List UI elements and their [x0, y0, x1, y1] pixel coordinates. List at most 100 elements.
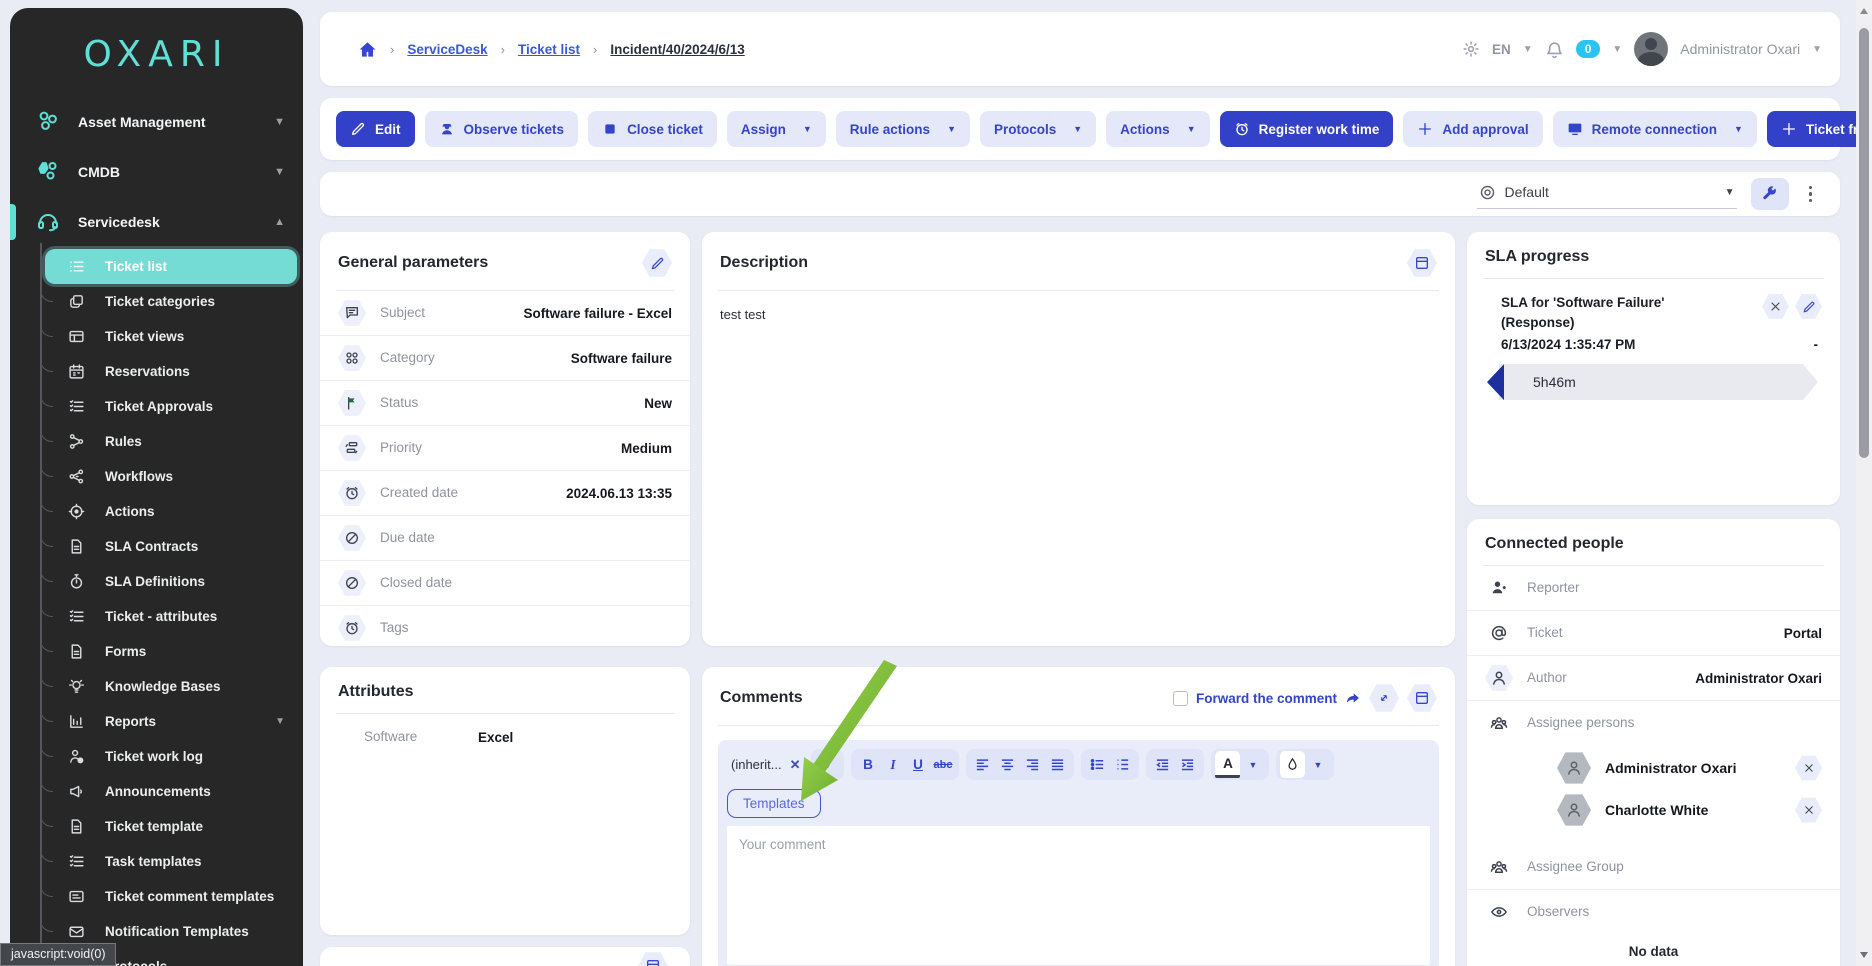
- sidebar-item-ticket-views[interactable]: Ticket views: [10, 319, 303, 354]
- templates-button[interactable]: Templates: [727, 789, 821, 818]
- page-scrollbar[interactable]: [1856, 0, 1872, 966]
- chevron-down-icon[interactable]: ▼: [1812, 44, 1822, 55]
- sidebar-item-workflows[interactable]: Workflows: [10, 459, 303, 494]
- home-icon[interactable]: [358, 40, 377, 59]
- sidebar-item-reports[interactable]: Reports▼: [10, 704, 303, 739]
- sidebar-item-knowledge-bases[interactable]: Knowledge Bases: [10, 669, 303, 704]
- parameter-row-status: Status New: [320, 381, 690, 426]
- oxari-logo: OXARI: [10, 34, 303, 75]
- sidebar-section-cmdb[interactable]: CMDB ▼: [10, 147, 303, 197]
- italic-button[interactable]: I: [880, 751, 905, 778]
- text-color-caret-icon[interactable]: ▼: [1240, 751, 1265, 778]
- bullet-list-button[interactable]: [1085, 751, 1110, 778]
- protocols-button[interactable]: Protocols▼: [980, 111, 1096, 147]
- customize-wrench-button[interactable]: [1751, 178, 1789, 210]
- sidebar-item-sla-definitions[interactable]: SLA Definitions: [10, 564, 303, 599]
- align-center-button[interactable]: [995, 751, 1020, 778]
- sidebar-item-ticket-approvals[interactable]: Ticket Approvals: [10, 389, 303, 424]
- bell-icon[interactable]: [1545, 40, 1564, 59]
- button-label: Observe tickets: [464, 122, 565, 137]
- edit-button[interactable]: Edit: [336, 111, 415, 147]
- edit-pencil-icon[interactable]: [642, 248, 672, 278]
- text-color-button[interactable]: A: [1215, 751, 1240, 778]
- outdent-button[interactable]: [1150, 751, 1175, 778]
- general-parameters-rows: Subject Software failure - Excel Categor…: [320, 291, 690, 650]
- sidebar-item-ticket-list[interactable]: Ticket list: [45, 249, 297, 284]
- kebab-menu-icon[interactable]: [1803, 182, 1819, 207]
- sidebar: OXARI Asset Management ▼ CMDB ▼ Serviced…: [10, 8, 303, 966]
- close-ticket-button[interactable]: Close ticket: [588, 111, 717, 147]
- sidebar-item-task-templates[interactable]: Task templates: [10, 844, 303, 879]
- expand-icon[interactable]: [1369, 683, 1399, 713]
- people-row-assignee-persons: Assignee persons: [1467, 701, 1840, 745]
- description-panel: Description test test: [702, 232, 1455, 646]
- user-avatar[interactable]: [1634, 32, 1668, 66]
- remove-sla-icon[interactable]: [1762, 293, 1789, 320]
- underline-button[interactable]: U: [905, 751, 930, 778]
- flag-icon: [338, 389, 366, 417]
- parameter-row-tags: Tags: [320, 606, 690, 650]
- notification-count-badge[interactable]: 0: [1576, 40, 1601, 58]
- forward-comment-checkbox[interactable]: [1173, 691, 1188, 706]
- avatar: [1557, 751, 1591, 785]
- sidebar-item-ticket-work-log[interactable]: Ticket work log: [10, 739, 303, 774]
- align-left-button[interactable]: [970, 751, 995, 778]
- highlight-color-button[interactable]: [1280, 751, 1305, 778]
- remote-connection-button[interactable]: Remote connection▼: [1553, 111, 1757, 147]
- sidebar-item-forms[interactable]: Forms: [10, 634, 303, 669]
- language-selector[interactable]: EN: [1492, 42, 1511, 57]
- highlight-caret-icon[interactable]: ▼: [1305, 751, 1330, 778]
- observe-tickets-button[interactable]: Observe tickets: [425, 111, 579, 147]
- rule-actions-button[interactable]: Rule actions▼: [836, 111, 970, 147]
- comment-editor: (inherit... ✕ ▼ B I U abc: [718, 740, 1439, 966]
- sla-remaining-time: 5h46m: [1533, 374, 1576, 390]
- chevron-down-icon[interactable]: ▼: [1612, 44, 1622, 55]
- sidebar-section-servicedesk[interactable]: Servicedesk ▲: [10, 197, 303, 247]
- view-select[interactable]: Default ▼: [1477, 180, 1737, 209]
- scroll-up-arrow[interactable]: [1860, 8, 1868, 14]
- edit-sla-pencil-icon[interactable]: [1795, 293, 1822, 320]
- forward-comment-label[interactable]: Forward the comment: [1196, 691, 1337, 706]
- breadcrumb-ticket-list[interactable]: Ticket list: [518, 42, 580, 57]
- sidebar-item-sla-contracts[interactable]: SLA Contracts: [10, 529, 303, 564]
- user-name[interactable]: Administrator Oxari: [1680, 41, 1800, 57]
- remove-assignee-icon[interactable]: [1795, 797, 1822, 824]
- parameter-label: Closed date: [380, 574, 472, 592]
- scrollbar-thumb[interactable]: [1859, 28, 1869, 458]
- sidebar-item-ticket-comment-templates[interactable]: Ticket comment templates: [10, 879, 303, 914]
- remove-assignee-icon[interactable]: [1795, 755, 1822, 782]
- strikethrough-button[interactable]: abc: [930, 751, 955, 778]
- gear-icon[interactable]: [1462, 40, 1480, 58]
- sidebar-section-label: CMDB: [78, 164, 120, 180]
- register-work-time-button[interactable]: Register work time: [1220, 111, 1394, 147]
- sidebar-item-ticket-attributes[interactable]: Ticket - attributes: [10, 599, 303, 634]
- align-right-button[interactable]: [1020, 751, 1045, 778]
- tree-connector: [40, 423, 53, 442]
- sidebar-item-reservations[interactable]: Reservations: [10, 354, 303, 389]
- numbered-list-button[interactable]: [1110, 751, 1135, 778]
- window-icon[interactable]: [1407, 683, 1437, 713]
- plus-icon: [1417, 121, 1433, 137]
- font-caret-icon[interactable]: ▼: [815, 751, 840, 778]
- breadcrumb-servicedesk[interactable]: ServiceDesk: [407, 42, 487, 57]
- sidebar-item-rules[interactable]: Rules: [10, 424, 303, 459]
- indent-button[interactable]: [1175, 751, 1200, 778]
- sidebar-section-asset-management[interactable]: Asset Management ▼: [10, 97, 303, 147]
- bold-button[interactable]: B: [855, 751, 880, 778]
- scroll-down-arrow[interactable]: [1860, 952, 1868, 958]
- sidebar-item-ticket-categories[interactable]: Ticket categories: [10, 284, 303, 319]
- chevron-down-icon: ▼: [274, 116, 285, 128]
- actions-button[interactable]: Actions▼: [1106, 111, 1209, 147]
- align-justify-button[interactable]: [1045, 751, 1070, 778]
- chevron-down-icon[interactable]: ▼: [1523, 44, 1533, 55]
- comment-input[interactable]: Your comment: [727, 826, 1430, 965]
- assign-button[interactable]: Assign▼: [727, 111, 826, 147]
- clear-font-icon[interactable]: ✕: [790, 757, 801, 773]
- font-family-select[interactable]: (inherit... ✕: [727, 757, 804, 773]
- add-approval-button[interactable]: Add approval: [1403, 111, 1542, 147]
- window-icon[interactable]: [1407, 248, 1437, 278]
- sidebar-item-ticket-template[interactable]: Ticket template: [10, 809, 303, 844]
- window-icon[interactable]: [638, 951, 668, 966]
- sidebar-item-announcements[interactable]: Announcements: [10, 774, 303, 809]
- sidebar-item-actions[interactable]: Actions: [10, 494, 303, 529]
